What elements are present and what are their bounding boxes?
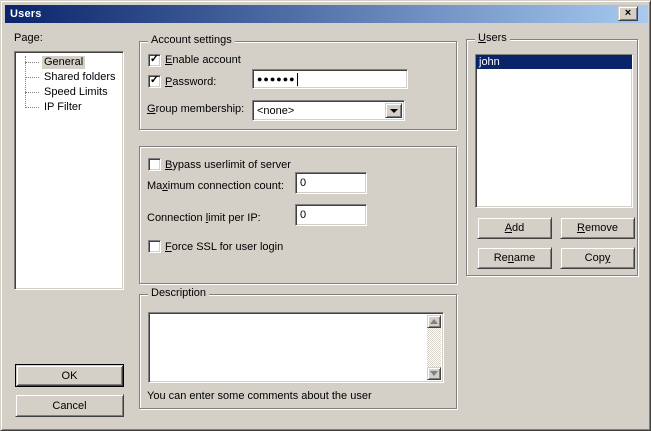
window-title: Users xyxy=(5,8,42,20)
max-connections-value: 0 xyxy=(300,177,306,189)
force-ssl-checkbox[interactable] xyxy=(148,240,161,253)
arrow-down-icon xyxy=(430,371,438,376)
rename-button[interactable]: Rename xyxy=(477,247,552,269)
close-button[interactable]: × xyxy=(618,6,638,21)
users-dialog: Users × Page: General Shared folders Spe… xyxy=(0,0,651,431)
tree-item-general[interactable]: General xyxy=(15,55,123,70)
close-icon: × xyxy=(625,8,631,19)
enable-account-label[interactable]: Enable account xyxy=(165,54,241,67)
add-button[interactable]: Add xyxy=(477,217,552,239)
group-membership-select[interactable]: <none> xyxy=(252,100,405,121)
tree-item-ip-filter[interactable]: IP Filter xyxy=(15,100,123,115)
remove-button[interactable]: Remove xyxy=(560,217,635,239)
bypass-userlimit-checkbox[interactable] xyxy=(148,158,161,171)
dropdown-button[interactable] xyxy=(385,103,402,118)
max-connections-label: Maximum connection count: xyxy=(147,180,284,193)
checkmark-icon: ✓ xyxy=(150,54,159,65)
scroll-up-button[interactable] xyxy=(427,315,441,328)
users-listbox[interactable]: john xyxy=(475,54,633,208)
cancel-button[interactable]: Cancel xyxy=(15,394,124,417)
force-ssl-label[interactable]: Force SSL for user login xyxy=(165,241,283,254)
tree-item-speed-limits[interactable]: Speed Limits xyxy=(15,85,123,100)
enable-account-checkbox[interactable]: ✓ xyxy=(148,54,161,67)
account-settings-group: Account settings ✓ Enable account ✓ Pass… xyxy=(139,41,457,130)
group-membership-label: Group membership: xyxy=(147,103,244,116)
ip-limit-input[interactable]: 0 xyxy=(295,204,367,226)
bypass-userlimit-label[interactable]: Bypass userlimit of server xyxy=(165,159,291,172)
page-label: Page: xyxy=(14,32,43,45)
users-group: Users john Add Remove Rename Copy xyxy=(466,39,638,276)
description-scrollbar[interactable] xyxy=(427,315,441,380)
tree-item-shared-folders[interactable]: Shared folders xyxy=(15,70,123,85)
password-checkbox[interactable]: ✓ xyxy=(148,75,161,88)
titlebar[interactable]: Users × xyxy=(5,5,648,23)
description-group: Description You can enter some comments … xyxy=(139,294,457,409)
users-group-title: Users xyxy=(475,32,510,44)
group-membership-value: <none> xyxy=(257,105,294,117)
ok-button[interactable]: OK xyxy=(15,364,124,387)
account-settings-title: Account settings xyxy=(148,34,235,46)
checkmark-icon: ✓ xyxy=(150,75,159,86)
copy-button[interactable]: Copy xyxy=(560,247,635,269)
scroll-down-button[interactable] xyxy=(427,367,441,380)
arrow-up-icon xyxy=(430,319,438,324)
page-tree: General Shared folders Speed Limits IP F… xyxy=(14,51,124,290)
connection-limits-group: Bypass userlimit of server Maximum conne… xyxy=(139,146,457,284)
description-hint: You can enter some comments about the us… xyxy=(147,390,372,403)
password-input[interactable]: ●●●●●● xyxy=(252,69,408,89)
ip-limit-label: Connection limit per IP: xyxy=(147,212,261,225)
description-textarea[interactable] xyxy=(148,312,444,383)
user-list-item[interactable]: john xyxy=(476,55,632,69)
password-label[interactable]: Password: xyxy=(165,76,216,89)
max-connections-input[interactable]: 0 xyxy=(295,172,367,194)
chevron-down-icon xyxy=(390,109,398,113)
ip-limit-value: 0 xyxy=(300,209,306,221)
description-title: Description xyxy=(148,287,209,299)
password-value: ●●●●●● xyxy=(257,75,296,84)
text-caret xyxy=(297,73,298,86)
